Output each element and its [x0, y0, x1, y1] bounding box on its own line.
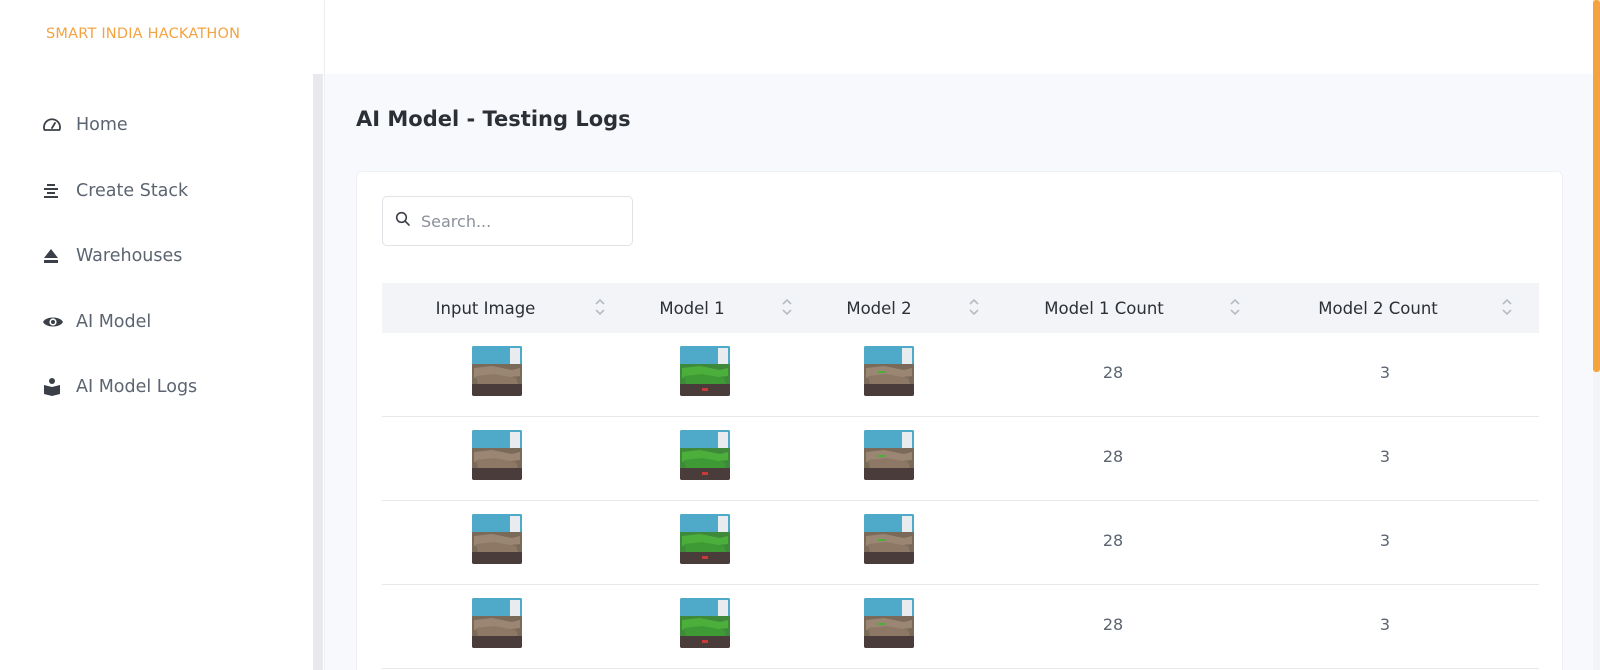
model-1-output-thumbnail[interactable]	[680, 598, 730, 648]
table-row: 28 3	[382, 585, 1539, 669]
sidebar-nav: Home Create Stack Warehouses AI Model AI…	[0, 105, 313, 433]
eye-icon	[42, 312, 68, 332]
sidebar-item-warehouses[interactable]: Warehouses	[0, 236, 313, 276]
sidebar-item-create-stack[interactable]: Create Stack	[0, 171, 313, 211]
search-icon	[395, 211, 411, 231]
brand-logo-text[interactable]: SMART INDIA HACKATHON	[46, 26, 240, 42]
model-2-output-thumbnail[interactable]	[864, 346, 914, 396]
column-header-input-image[interactable]: Input Image	[412, 283, 559, 333]
sort-icon[interactable]	[1229, 296, 1241, 318]
eject-icon	[42, 246, 68, 266]
table-row: 28 3	[382, 417, 1539, 501]
sidebar-item-label: AI Model	[76, 311, 152, 332]
sidebar-item-home[interactable]: Home	[0, 105, 313, 145]
input-image-thumbnail[interactable]	[472, 598, 522, 648]
sidebar-item-label: Create Stack	[76, 180, 189, 201]
table-row: 28 3	[382, 501, 1539, 585]
sidebar: SMART INDIA HACKATHON Home Create Stack …	[0, 0, 325, 670]
sidebar-item-label: Home	[76, 115, 128, 135]
model-1-count: 28	[1102, 615, 1124, 634]
model-2-output-thumbnail[interactable]	[864, 514, 914, 564]
input-image-thumbnail[interactable]	[472, 346, 522, 396]
sort-icon[interactable]	[968, 296, 980, 318]
sort-icon[interactable]	[594, 296, 606, 318]
dashboard-gauge-icon	[42, 115, 68, 135]
page-title: AI Model - Testing Logs	[356, 107, 631, 131]
top-header	[325, 0, 1600, 74]
model-2-count: 3	[1379, 447, 1391, 466]
model-2-output-thumbnail[interactable]	[864, 598, 914, 648]
logs-card: Input Image Model 1 Model 2 Model 1 Coun…	[356, 171, 1563, 670]
page-scrollbar-thumb[interactable]	[1593, 0, 1600, 372]
model-1-count: 28	[1102, 363, 1124, 382]
sidebar-item-ai-model-logs[interactable]: AI Model Logs	[0, 367, 313, 407]
input-image-thumbnail[interactable]	[472, 514, 522, 564]
model-1-count: 28	[1102, 447, 1124, 466]
sidebar-item-label: Warehouses	[76, 246, 183, 266]
model-2-output-thumbnail[interactable]	[864, 430, 914, 480]
search-input[interactable]	[421, 211, 621, 231]
column-header-model-1[interactable]: Model 1	[632, 283, 752, 333]
column-header-model-2-count[interactable]: Model 2 Count	[1293, 283, 1463, 333]
sidebar-item-label: AI Model Logs	[76, 377, 198, 397]
stack-icon	[42, 181, 68, 201]
column-header-model-2[interactable]: Model 2	[819, 283, 939, 333]
column-header-model-1-count[interactable]: Model 1 Count	[1024, 283, 1184, 333]
sort-icon[interactable]	[781, 296, 793, 318]
person-book-icon	[42, 377, 68, 397]
search-box[interactable]	[382, 196, 633, 246]
model-1-output-thumbnail[interactable]	[680, 514, 730, 564]
sort-icon[interactable]	[1501, 296, 1513, 318]
input-image-thumbnail[interactable]	[472, 430, 522, 480]
table-row: 28 3	[382, 333, 1539, 417]
model-2-count: 3	[1379, 615, 1391, 634]
page-scrollbar-track[interactable]	[1593, 0, 1600, 670]
sidebar-item-ai-model[interactable]: AI Model	[0, 302, 313, 342]
model-1-count: 28	[1102, 531, 1124, 550]
model-1-output-thumbnail[interactable]	[680, 346, 730, 396]
model-1-output-thumbnail[interactable]	[680, 430, 730, 480]
table-header: Input Image Model 1 Model 2 Model 1 Coun…	[382, 283, 1539, 333]
model-2-count: 3	[1379, 531, 1391, 550]
model-2-count: 3	[1379, 363, 1391, 382]
main-content: AI Model - Testing Logs Input Image Mode…	[325, 74, 1593, 670]
sidebar-scrollbar[interactable]	[313, 74, 323, 670]
